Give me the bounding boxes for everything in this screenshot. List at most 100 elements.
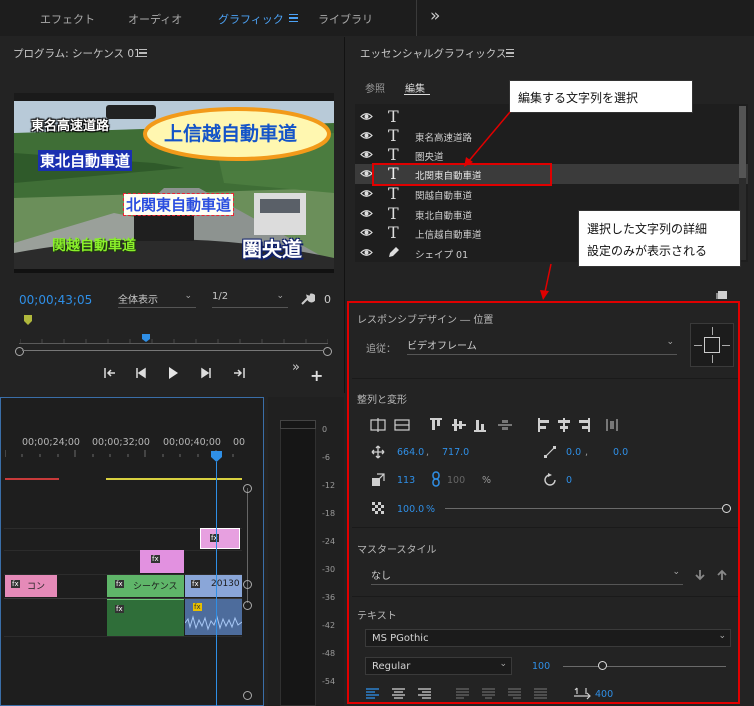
scrub-bar[interactable] [22, 350, 324, 351]
hamburger-icon[interactable] [289, 14, 298, 22]
v-scroll-handle[interactable] [243, 484, 252, 493]
callout-box-2: 選択した文字列の詳細 設定のみが表示される [578, 210, 741, 267]
video-text-tohoku: 東北自動車道 [38, 150, 133, 171]
eye-icon[interactable] [360, 112, 373, 121]
tab-effects[interactable]: エフェクト [40, 11, 95, 27]
eye-icon[interactable] [360, 248, 373, 257]
playhead-handle[interactable] [210, 450, 223, 463]
text-layer-icon: T [388, 204, 399, 223]
meter-label: -54 [322, 677, 336, 686]
eye-icon[interactable] [360, 209, 373, 218]
text-layer-icon: T [388, 223, 399, 242]
tab-edit[interactable]: 編集 [405, 80, 425, 95]
video-text-kenodo: 圏央道 [242, 237, 302, 261]
v-scroll-handle[interactable] [243, 580, 252, 589]
tab-browse[interactable]: 参照 [365, 80, 385, 95]
clip-video[interactable]: fx 20130 [185, 575, 242, 597]
meter-label: -42 [322, 621, 336, 630]
fx-badge: fx [193, 603, 202, 611]
chevron-down-icon: ⌄ [184, 291, 192, 301]
ruler-label: 00;00;40;00 [163, 437, 221, 448]
ruler-ticks [5, 450, 234, 457]
scrub-track[interactable] [19, 343, 328, 344]
text-layer-icon: T [388, 126, 399, 145]
essential-graphics-title: エッセンシャルグラフィックス [360, 48, 507, 60]
fx-badge: fx [11, 580, 20, 588]
tab-audio[interactable]: オーディオ [128, 11, 182, 27]
marker-icon[interactable] [23, 314, 33, 326]
text-layer-icon: T [388, 145, 399, 164]
tab-edit-underline [404, 94, 430, 95]
meter-label: -30 [322, 565, 336, 574]
meter-label: -18 [322, 509, 336, 518]
eye-icon[interactable] [360, 228, 373, 237]
ruler-label: 00 [233, 437, 246, 448]
layer-name: 圏央道 [415, 152, 444, 163]
meter-label: -48 [322, 649, 336, 658]
text-layer-icon: T [388, 184, 399, 203]
program-title: プログラム: シーケンス 01 [13, 48, 141, 60]
video-text-joshinetsu: 上信越自動車道 [164, 123, 298, 145]
list-scrollbar-thumb[interactable] [739, 106, 746, 178]
zoom-select[interactable]: 全体表示 ⌄ [118, 291, 196, 308]
ruler-label: 00;00;24;00 [22, 437, 80, 448]
video-text-kanetsu: 関越自動車道 [52, 238, 136, 254]
track-row [4, 636, 242, 637]
program-video[interactable]: 東名高速道路 上信越自動車道 東北自動車道 北関東自動車道 関越自動車道 圏央道 [14, 93, 334, 273]
hamburger-icon[interactable] [139, 49, 147, 57]
fx-badge: fx [210, 534, 219, 542]
step-forward-icon[interactable] [200, 367, 212, 379]
meter-top [280, 420, 316, 429]
add-button-icon[interactable]: + [310, 366, 323, 385]
timeline-playhead[interactable] [216, 462, 217, 706]
zoom-value: 全体表示 [118, 295, 158, 306]
pen-icon [389, 247, 399, 257]
playhead-timecode[interactable]: 00;00;43;05 [19, 293, 92, 307]
meter-label: -6 [322, 453, 330, 462]
clip-con[interactable]: fx コン [5, 575, 57, 597]
fx-badge: fx [115, 580, 124, 588]
tab-graphics[interactable]: グラフィック [218, 11, 284, 27]
clip-audio[interactable]: fx [185, 599, 242, 635]
video-text-kitakanto: 北関東自動車道 [122, 193, 235, 216]
overflow-icon[interactable]: » [430, 6, 440, 26]
clip-label: シーケンス [133, 582, 178, 592]
step-back-icon[interactable] [135, 367, 147, 379]
divider [416, 0, 417, 36]
fx-badge: fx [151, 555, 160, 563]
scrub-start-handle[interactable] [15, 347, 24, 356]
eye-icon[interactable] [360, 131, 373, 140]
fx-badge: fx [191, 580, 200, 588]
wrench-suffix: 0 [324, 293, 331, 306]
tab-libraries[interactable]: ライブラリ [318, 11, 373, 27]
callout-text-2a: 選択した文字列の詳細 [587, 222, 708, 236]
resolution-select[interactable]: 1/2 ⌄ [212, 291, 288, 308]
go-to-in-icon[interactable] [103, 367, 117, 379]
v-scroll-handle[interactable] [243, 601, 252, 610]
track-row [4, 550, 242, 551]
v-scroll-handle[interactable] [243, 691, 252, 700]
eye-icon[interactable] [360, 189, 373, 198]
clip-graphic[interactable]: fx [140, 550, 184, 573]
clip-sequence[interactable]: fx シーケンス [107, 575, 184, 597]
workspace-bar [0, 0, 754, 36]
go-to-out-icon[interactable] [232, 367, 246, 379]
play-icon[interactable] [167, 366, 179, 380]
meter-bar [280, 420, 316, 706]
eye-icon[interactable] [360, 150, 373, 159]
overflow-icon[interactable]: » [292, 360, 300, 375]
fx-badge: fx [115, 605, 124, 613]
wrench-icon[interactable] [299, 291, 315, 307]
clip-label: コン [27, 582, 46, 592]
new-layer-icon[interactable] [716, 290, 728, 300]
meter-label: -24 [322, 537, 336, 546]
playhead-marker[interactable] [141, 333, 151, 343]
time-ticks [20, 339, 328, 343]
video-text-tomei: 東名高速道路 [31, 119, 110, 134]
clip-graphic[interactable]: fx [200, 528, 240, 549]
hamburger-icon[interactable] [506, 49, 514, 57]
scrub-end-handle[interactable] [323, 347, 332, 356]
meter-label: -12 [322, 481, 336, 490]
resolution-value: 1/2 [212, 291, 229, 302]
clip-audio[interactable]: fx [107, 599, 184, 636]
